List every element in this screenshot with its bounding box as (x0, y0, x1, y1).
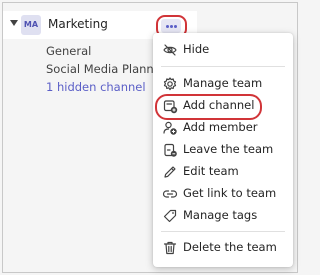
team-name[interactable]: Marketing (48, 17, 108, 31)
gear-icon (162, 76, 178, 92)
menu-item-label: Manage team (183, 76, 263, 90)
trash-icon (162, 240, 178, 256)
menu-item-label: Get link to team (183, 186, 277, 200)
menu-item-label: Hide (183, 42, 210, 56)
hidden-channels-link[interactable]: 1 hidden channel (46, 80, 146, 94)
menu-item-delete-team[interactable]: Delete the team (153, 237, 293, 259)
eye-off-icon (162, 42, 178, 58)
menu-item-label: Delete the team (183, 240, 277, 254)
menu-item-edit-team[interactable]: Edit team (153, 161, 293, 183)
pencil-icon (162, 164, 178, 180)
leave-team-icon (162, 142, 178, 158)
menu-item-label: Leave the team (183, 142, 274, 156)
teams-panel: MA Marketing General Social Media Planni… (2, 2, 298, 273)
menu-divider (161, 231, 285, 232)
menu-item-label: Edit team (183, 164, 239, 178)
channel-general[interactable]: General (46, 44, 91, 58)
menu-item-label: Manage tags (183, 208, 258, 222)
menu-item-get-link[interactable]: Get link to team (153, 183, 293, 205)
menu-item-manage-tags[interactable]: Manage tags (153, 205, 293, 227)
tag-icon (162, 208, 178, 224)
team-options-menu: Hide Manage team Add channel Add member (153, 33, 293, 267)
add-channel-highlight (155, 94, 262, 120)
caret-down-icon[interactable] (10, 20, 18, 26)
menu-item-manage-team[interactable]: Manage team (153, 73, 293, 95)
menu-item-add-member[interactable]: Add member (153, 117, 293, 139)
menu-divider (161, 66, 285, 67)
avatar: MA (21, 15, 41, 35)
menu-item-label: Add member (183, 120, 258, 134)
link-icon (162, 186, 178, 202)
menu-item-leave-team[interactable]: Leave the team (153, 139, 293, 161)
menu-item-hide[interactable]: Hide (153, 39, 293, 61)
add-member-icon (162, 120, 178, 136)
